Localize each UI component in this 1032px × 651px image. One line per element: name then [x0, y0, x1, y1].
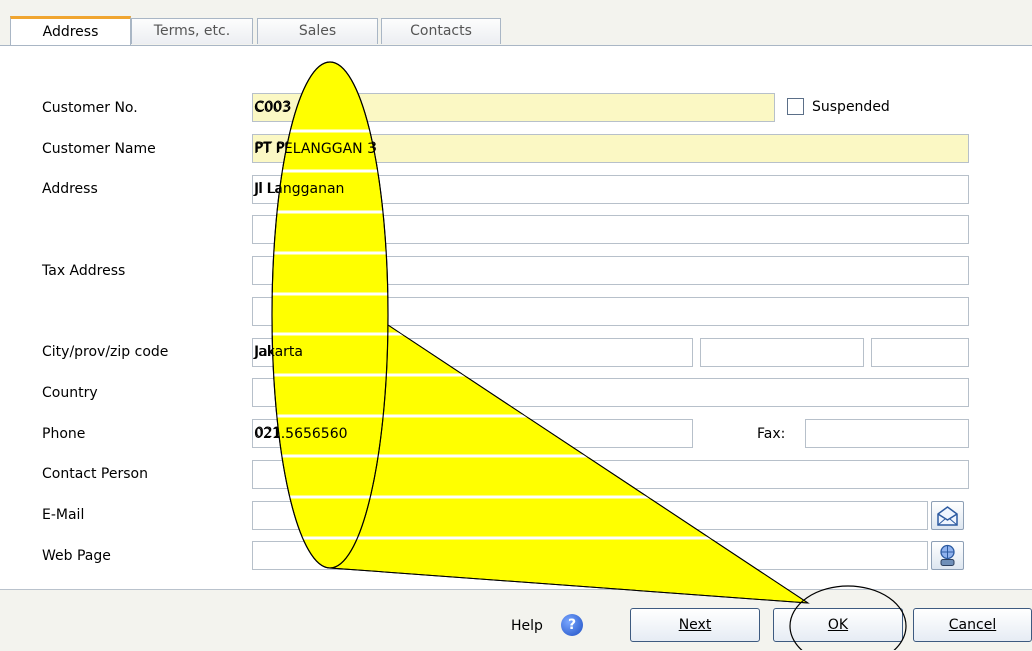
- tax-address-line1-input[interactable]: [252, 256, 969, 285]
- address-line1-input[interactable]: Jl Langganan: [252, 175, 969, 204]
- tax-address-label: Tax Address: [42, 263, 126, 279]
- web-icon: [940, 544, 955, 566]
- country-input[interactable]: [252, 378, 969, 407]
- customer-no-label: Customer No.: [42, 100, 138, 116]
- customer-name-value: PT PELANGGAN 3: [254, 141, 377, 157]
- email-input[interactable]: [252, 501, 928, 530]
- country-label: Country: [42, 385, 98, 401]
- cancel-button[interactable]: Cancel: [913, 608, 1032, 642]
- next-button-label: Next: [678, 617, 712, 633]
- suspended-label: Suspended: [812, 99, 890, 115]
- help-icon[interactable]: ?: [561, 614, 583, 636]
- city-label: City/prov/zip code: [42, 344, 169, 360]
- address-line1-value: Jl Langganan: [254, 181, 345, 197]
- email-icon: [937, 506, 958, 526]
- contact-person-label: Contact Person: [42, 466, 148, 482]
- ok-button[interactable]: OK: [773, 608, 903, 642]
- customer-name-label: Customer Name: [42, 141, 156, 157]
- contact-person-input[interactable]: [252, 460, 969, 489]
- email-button[interactable]: [931, 501, 964, 530]
- next-button[interactable]: Next: [630, 608, 760, 642]
- fax-input[interactable]: [805, 419, 969, 448]
- cancel-button-label: Cancel: [948, 617, 997, 633]
- tax-address-line2-input[interactable]: [252, 297, 969, 326]
- address-label: Address: [42, 181, 98, 197]
- help-label[interactable]: Help: [511, 618, 543, 634]
- city-input[interactable]: Jakarta: [252, 338, 693, 367]
- customer-no-value: C003: [254, 100, 291, 116]
- ok-button-label: OK: [827, 617, 849, 633]
- suspended-checkbox[interactable]: [787, 98, 804, 115]
- province-input[interactable]: [700, 338, 864, 367]
- city-value: Jakarta: [254, 344, 303, 360]
- zip-input[interactable]: [871, 338, 969, 367]
- tab-divider: [0, 45, 1032, 46]
- address-line2-input[interactable]: [252, 215, 969, 244]
- tab-contacts[interactable]: Contacts: [381, 18, 501, 44]
- tab-terms[interactable]: Terms, etc.: [131, 18, 253, 44]
- tab-address[interactable]: Address: [10, 16, 131, 46]
- customer-no-input[interactable]: C003: [252, 93, 775, 122]
- phone-value: 021.5656560: [254, 426, 348, 442]
- tab-sales[interactable]: Sales: [257, 18, 378, 44]
- web-button[interactable]: [931, 541, 964, 570]
- fax-label: Fax:: [757, 426, 786, 442]
- web-page-input[interactable]: [252, 541, 928, 570]
- email-label: E-Mail: [42, 507, 85, 523]
- phone-label: Phone: [42, 426, 86, 442]
- web-page-label: Web Page: [42, 548, 111, 564]
